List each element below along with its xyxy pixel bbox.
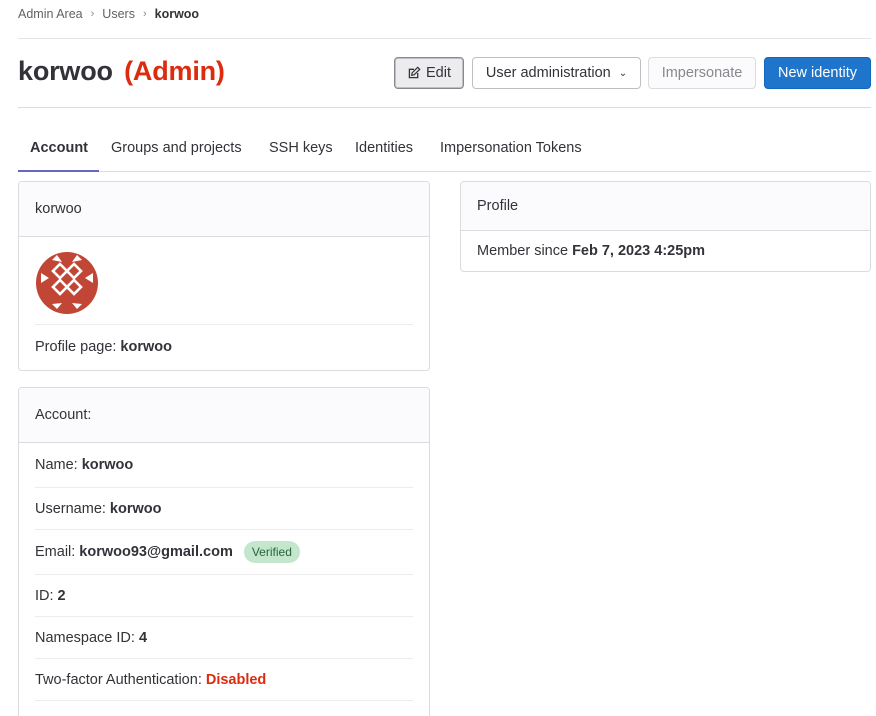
page: Admin Area › Users › korwoo korwoo (Admi… — [0, 0, 876, 716]
id-row: ID: 2 — [35, 575, 413, 617]
namespace-id-row: Namespace ID: 4 — [35, 617, 413, 659]
two-factor-row: Two-factor Authentication: Disabled — [35, 659, 413, 701]
tab-impersonation-tokens[interactable]: Impersonation Tokens — [440, 140, 582, 156]
namespace-id-label: Namespace ID: — [35, 629, 135, 646]
name-label: Name: — [35, 457, 78, 473]
account-card-title: Account: — [35, 407, 92, 423]
user-card-title: korwoo — [35, 201, 82, 217]
username-row: Username: korwoo — [35, 488, 413, 530]
verified-badge: Verified — [243, 541, 300, 563]
email-row: Email: korwoo93@gmail.com Verified — [35, 530, 413, 575]
new-identity-button[interactable]: New identity — [764, 57, 871, 89]
user-administration-dropdown[interactable]: User administration ⌄ — [472, 57, 641, 89]
avatar — [36, 252, 98, 314]
two-factor-status: Disabled — [205, 671, 267, 688]
username-value: korwoo — [109, 500, 162, 517]
edit-button[interactable]: Edit — [394, 57, 464, 89]
user-card-header: korwoo — [19, 182, 429, 237]
admin-label: (Admin) — [124, 56, 225, 86]
profile-card-header: Profile — [461, 182, 870, 231]
user-card: korwoo Profile page: korwoo — [18, 181, 430, 371]
breadcrumb-separator-icon: › — [90, 8, 95, 20]
tabs-border — [18, 171, 871, 172]
impersonate-button[interactable]: Impersonate — [648, 57, 756, 89]
profile-card: Profile Member since Feb 7, 2023 4:25pm — [460, 181, 871, 272]
account-card-header: Account: — [19, 388, 429, 443]
name-row: Name: korwoo — [35, 443, 413, 488]
breadcrumb: Admin Area › Users › korwoo — [18, 7, 199, 21]
profile-page-link[interactable]: korwoo — [120, 339, 172, 355]
tab-groups-and-projects[interactable]: Groups and projects — [111, 140, 242, 156]
new-identity-label: New identity — [778, 65, 857, 81]
breadcrumb-separator-icon: › — [142, 8, 147, 20]
page-title: korwoo (Admin) — [18, 56, 225, 87]
email-label: Email: — [35, 544, 76, 560]
profile-card-title: Profile — [477, 198, 519, 214]
chevron-down-icon: ⌄ — [618, 67, 628, 79]
id-value: 2 — [57, 587, 66, 604]
breadcrumb-current-user[interactable]: korwoo — [155, 7, 199, 21]
user-administration-label: User administration — [485, 65, 611, 81]
tab-ssh-keys[interactable]: SSH keys — [269, 140, 333, 156]
profile-page-label: Profile page: — [35, 339, 117, 355]
breadcrumb-admin-area[interactable]: Admin Area — [18, 7, 83, 21]
username-label: Username: — [35, 500, 106, 517]
avatar-row — [35, 237, 413, 325]
member-since-row: Member since Feb 7, 2023 4:25pm — [477, 231, 854, 271]
name-value: korwoo — [81, 457, 134, 473]
divider — [18, 107, 871, 108]
tab-identities[interactable]: Identities — [355, 140, 413, 156]
member-since-value: Feb 7, 2023 4:25pm — [572, 243, 706, 259]
two-factor-label: Two-factor Authentication: — [35, 671, 202, 688]
user-name-title: korwoo — [18, 56, 113, 86]
profile-page-row: Profile page: korwoo — [35, 325, 413, 369]
divider — [18, 38, 871, 39]
user-card-body: Profile page: korwoo — [19, 237, 429, 369]
id-label: ID: — [35, 587, 54, 604]
pencil-square-icon — [408, 66, 421, 79]
tabs: Account Groups and projects SSH keys Ide… — [18, 128, 871, 172]
profile-card-body: Member since Feb 7, 2023 4:25pm — [461, 231, 870, 271]
member-since-label: Member since — [477, 243, 569, 259]
namespace-id-value: 4 — [138, 629, 148, 646]
active-tab-indicator — [18, 170, 99, 172]
breadcrumb-users[interactable]: Users — [102, 7, 135, 21]
account-card: Account: Name: korwoo Username: korwoo E… — [18, 387, 430, 716]
tab-account[interactable]: Account — [30, 140, 88, 156]
edit-button-label: Edit — [426, 65, 451, 81]
impersonate-label: Impersonate — [661, 65, 743, 81]
email-value[interactable]: korwoo93@gmail.com — [79, 544, 233, 560]
account-card-body: Name: korwoo Username: korwoo Email: kor… — [19, 443, 429, 701]
